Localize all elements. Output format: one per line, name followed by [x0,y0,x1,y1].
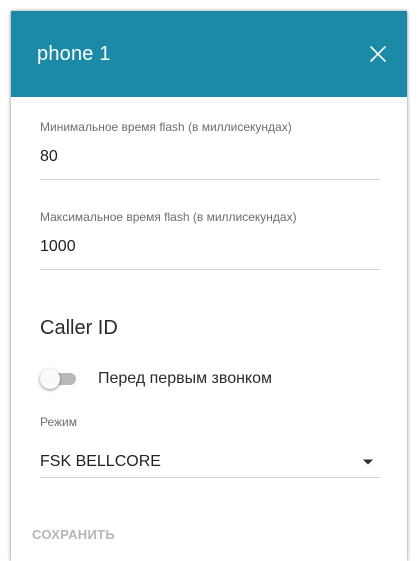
before-first-ring-label: Перед первым звонком [98,370,272,387]
min-flash-input[interactable] [40,145,380,169]
caller-id-heading: Caller ID [40,317,118,339]
toggle-knob [40,369,60,389]
min-flash-underline [40,179,380,180]
before-first-ring-toggle[interactable]: Перед первым звонком [40,367,340,391]
phone-settings-dialog: phone 1 Минимальное время flash (в милли… [11,11,407,561]
max-flash-input[interactable] [40,235,380,259]
mode-select[interactable]: Режим FSK BELLCORE [40,415,380,478]
dropdown-arrow-icon [363,459,373,465]
max-flash-label: Максимальное время flash (в миллисекунда… [40,210,297,224]
mode-label: Режим [40,415,77,429]
close-icon[interactable] [366,42,390,66]
close-icon-glyph [370,46,386,62]
mode-underline [40,477,380,478]
dialog-title: phone 1 [37,43,111,65]
min-flash-label: Минимальное время flash (в миллисекундах… [40,120,292,134]
max-flash-underline [40,269,380,270]
save-button[interactable]: СОХРАНИТЬ [32,527,115,542]
mode-selected-value: FSK BELLCORE [40,453,161,470]
dialog-header: phone 1 [11,11,407,97]
